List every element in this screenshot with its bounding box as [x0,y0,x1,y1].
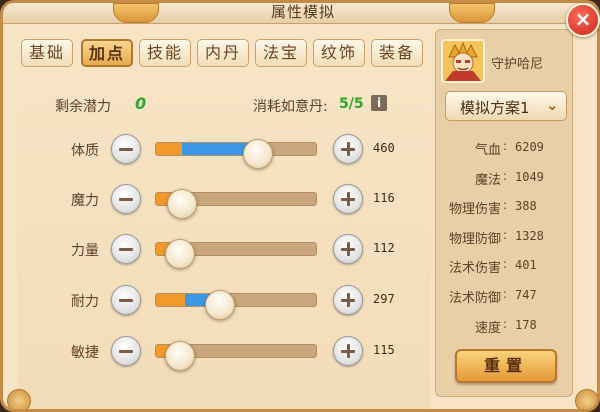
attribute-label: 耐力 [71,294,99,310]
decrease-button[interactable] [111,285,141,315]
stat-label: 物理伤害 [448,202,501,217]
slider-knob[interactable] [165,341,195,371]
minus-icon [119,198,133,201]
title-bar: 属性模拟 [3,3,597,24]
slider-knob[interactable] [205,290,235,320]
corner-ornament-right [575,389,597,409]
attribute-row-endurance: 耐力 297 [3,281,433,321]
decrease-button[interactable] [111,336,141,366]
tab-skills[interactable]: 技能 [139,39,191,67]
pill-cost-label: 消耗如意丹: [253,99,328,115]
decrease-button[interactable] [111,234,141,264]
stat-separator: : [503,317,508,331]
tab-basic[interactable]: 基础 [21,39,73,67]
stat-label: 法术防御 [448,291,501,306]
character-name: 守护哈尼 [491,57,544,72]
attribute-slider[interactable] [155,139,317,169]
stat-separator: : [503,257,508,271]
slider-knob[interactable] [165,239,195,269]
attribute-slider[interactable] [155,189,317,219]
base-fill [156,294,185,306]
increase-button[interactable] [333,184,363,214]
stat-hp: 气血 : 6209 [441,139,573,159]
tab-add-points[interactable]: 加点 [81,39,133,67]
stat-separator: : [503,169,508,183]
decrease-button[interactable] [111,184,141,214]
minus-icon [119,299,133,302]
stat-separator: : [503,287,508,301]
stat-magic-defense: 法术防御 : 747 [441,287,573,307]
stat-value: 6209 [515,140,544,154]
attribute-value: 297 [373,292,395,306]
close-button[interactable]: × [566,3,600,37]
remaining-potential-value: 0 [135,94,147,113]
base-fill [156,143,182,155]
stat-label: 速度 [474,321,501,336]
stat-value: 178 [515,318,537,332]
slider-knob[interactable] [167,189,197,219]
remaining-potential-label: 剩余潜力 [55,99,111,115]
stat-magic-damage: 法术伤害 : 401 [441,257,573,277]
attribute-row-agility: 敏捷 115 [3,332,433,372]
stat-mp: 魔法 : 1049 [441,169,573,189]
stat-value: 401 [515,258,537,272]
minus-icon [119,148,133,151]
plan-label: 模拟方案1 [460,99,530,117]
stat-label: 物理防御 [448,232,501,247]
corner-ornament-left [7,389,31,409]
attribute-label: 敏捷 [71,345,99,361]
stat-physical-defense: 物理防御 : 1328 [441,228,573,248]
tab-treasure[interactable]: 法宝 [255,39,307,67]
stat-separator: : [503,198,508,212]
increase-button[interactable] [333,234,363,264]
stat-physical-damage: 物理伤害 : 388 [441,198,573,218]
window-title: 属性模拟 [270,3,335,21]
minus-icon [119,350,133,353]
tab-inner-core[interactable]: 内丹 [197,39,249,67]
attribute-row-strength: 力量 112 [3,230,433,270]
stat-value: 1049 [515,170,544,184]
tab-bar: 基础 加点 技能 内丹 法宝 纹饰 装备 [21,39,431,69]
increase-button[interactable] [333,336,363,366]
tab-equipment[interactable]: 装备 [371,39,423,67]
info-icon[interactable]: i [371,95,387,111]
slider-knob[interactable] [243,139,273,169]
minus-icon [119,248,133,251]
attribute-slider[interactable] [155,341,317,371]
attribute-value: 116 [373,191,395,205]
attribute-value: 460 [373,141,395,155]
attribute-label: 魔力 [71,193,99,209]
stat-label: 魔法 [474,173,501,188]
pill-cost-value: 5/5 [339,96,364,112]
reset-button[interactable]: 重置 [455,349,557,383]
stat-label: 气血 [474,143,501,158]
attribute-value: 115 [373,343,395,357]
attribute-label: 体质 [71,143,99,159]
increase-button[interactable] [333,285,363,315]
portrait-art [443,41,483,81]
stat-label: 法术伤害 [448,261,501,276]
decrease-button[interactable] [111,134,141,164]
attribute-row-magic: 魔力 116 [3,180,433,220]
increase-button[interactable] [333,134,363,164]
character-portrait-icon[interactable] [441,39,485,83]
attribute-label: 力量 [71,243,99,259]
stat-value: 747 [515,288,537,302]
attribute-simulation-panel: 属性模拟 基础 加点 技能 内丹 法宝 纹饰 装备 剩余潜力 0 消耗如意丹: … [0,0,600,412]
tab-ornaments[interactable]: 纹饰 [313,39,365,67]
attribute-slider[interactable] [155,239,317,269]
stat-value: 388 [515,199,537,213]
attribute-row-constitution: 体质 460 [3,130,433,170]
stat-value: 1328 [515,229,544,243]
stat-speed: 速度 : 178 [441,317,573,337]
attribute-slider[interactable] [155,290,317,320]
chevron-down-icon: ⌄ [546,96,559,114]
stat-separator: : [503,139,508,153]
stat-separator: : [503,228,508,242]
attribute-value: 112 [373,241,395,255]
plan-dropdown[interactable]: 模拟方案1 ⌄ [445,91,567,121]
